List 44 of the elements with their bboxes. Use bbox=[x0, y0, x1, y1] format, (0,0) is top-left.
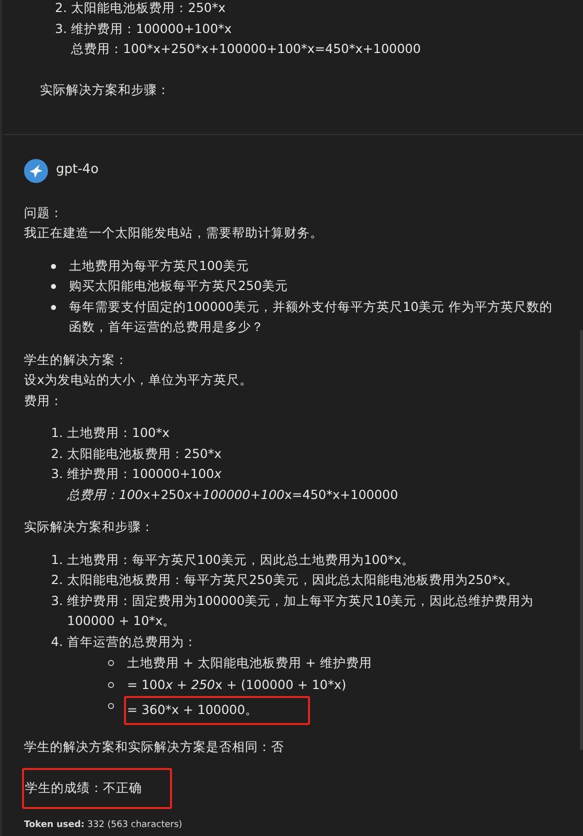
paragraph-text: 设x为发电站的大小，单位为平方英尺。 bbox=[24, 371, 254, 389]
list-text: 购买太阳能电池板每平方英尺250美元 bbox=[69, 277, 289, 295]
sparkle-avatar-icon bbox=[24, 158, 48, 182]
list-number: 2. bbox=[55, 0, 68, 17]
list-text: = 360*x + 100000。 bbox=[124, 696, 310, 724]
bullet-icon bbox=[51, 304, 56, 310]
token-usage-text: Token used: 332 (563 characters) bbox=[24, 818, 184, 830]
list-text: 太阳能电池板费用：250*x bbox=[67, 444, 223, 462]
bullet-icon bbox=[51, 264, 56, 268]
list-text: 总费用：100x+250x+100000+100x=450*x+100000 bbox=[67, 486, 400, 504]
paragraph-text: 费用： bbox=[24, 392, 64, 410]
list-number: 2. bbox=[51, 444, 64, 462]
paragraph-text: 实际解决方案和步骤： bbox=[24, 518, 155, 536]
section-heading: 实际解决方案和步骤： bbox=[39, 80, 171, 98]
list-text: 维护费用：100000+100*x bbox=[71, 20, 232, 38]
list-number: 3. bbox=[51, 592, 64, 610]
list-text: 维护费用：固定费用为100000美元，加上每平方英尺10美元，因此总维护费用为100000 + 10*x。 bbox=[67, 592, 535, 630]
paragraph-text: 学生的解决方案： bbox=[24, 350, 129, 368]
list-text: = 100x + 250x + (100000 + 10*x) bbox=[126, 676, 348, 694]
list-text: 维护费用：100000+100x bbox=[67, 465, 222, 483]
list-text: 土地费用 + 太阳能电池板费用 + 维护费用 bbox=[126, 654, 373, 672]
list-number: 4. bbox=[51, 632, 64, 650]
list-text: 土地费用：每平方英尺100美元，因此总土地费用为100*x。 bbox=[67, 550, 416, 568]
paragraph-text: 我正在建造一个太阳能发电站，需要帮助计算财务。 bbox=[24, 224, 324, 242]
list-text: 太阳能电池板费用：250*x bbox=[71, 0, 226, 17]
author-name: gpt-4o bbox=[56, 161, 99, 180]
list-text: 土地费用为每平方英尺100美元 bbox=[69, 256, 250, 274]
list-text: 首年运营的总费用为： bbox=[67, 632, 198, 650]
bullet-icon bbox=[108, 703, 114, 709]
bullet-icon bbox=[51, 284, 56, 289]
list-number: 3. bbox=[51, 465, 64, 483]
list-text: 太阳能电池板费用：每平方英尺250美元，因此总太阳能电池板费用为250*x。 bbox=[67, 571, 520, 589]
paragraph-text: 学生的解决方案和实际解决方案是否相同：否 bbox=[24, 738, 285, 756]
list-text: 土地费用：100*x bbox=[67, 424, 171, 442]
paragraph-text: 问题： bbox=[24, 204, 64, 222]
list-text: 总费用：100*x+250*x+100000+100*x=450*x+100000 bbox=[71, 40, 421, 58]
list-number: 1. bbox=[51, 550, 64, 568]
result-text: 学生的成绩：不正确 bbox=[22, 768, 172, 808]
bullet-icon bbox=[108, 682, 114, 688]
list-number: 2. bbox=[51, 571, 64, 589]
bullet-icon bbox=[108, 660, 114, 666]
list-number: 3. bbox=[55, 20, 68, 38]
list-text: 每年需要支付固定的100000美元，并额外支付每平方英尺10美元 作为平方英尺数的函数，首年运营的总费用是多少？ bbox=[69, 298, 554, 336]
list-number: 1. bbox=[51, 424, 64, 442]
